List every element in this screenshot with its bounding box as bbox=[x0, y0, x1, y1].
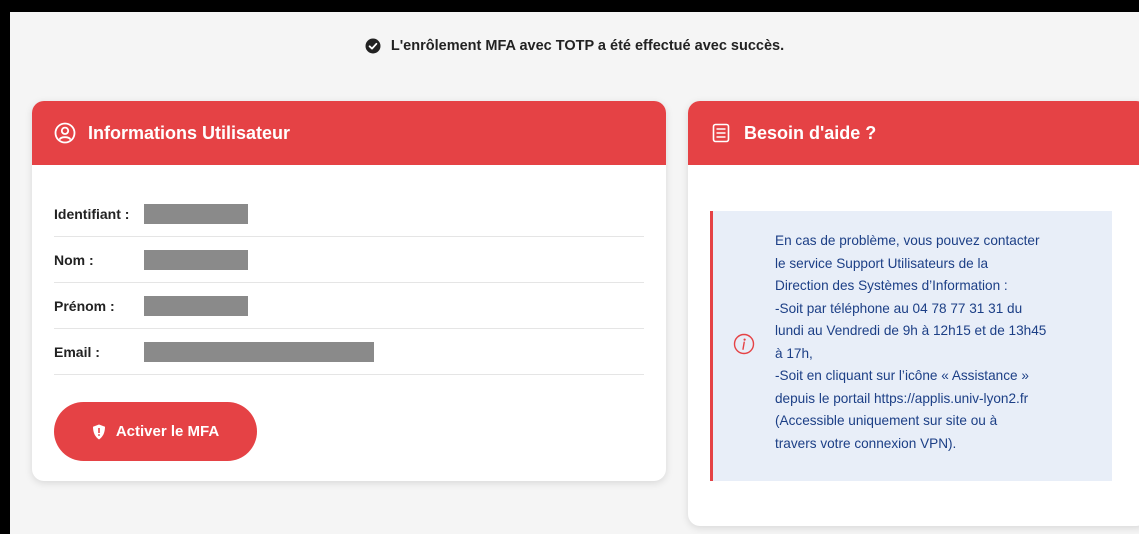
field-label: Prénom : bbox=[54, 297, 115, 314]
help-line: -Soit par téléphone au 04 78 77 31 31 du bbox=[775, 300, 1023, 316]
help-message: En cas de problème, vous pouvez contacte… bbox=[775, 230, 1105, 455]
page-frame: L'enrôlement MFA avec TOTP a été effectu… bbox=[10, 12, 1139, 534]
user-info-title: Informations Utilisateur bbox=[88, 122, 291, 143]
help-line: -Soit en cliquant sur l’icône « Assistan… bbox=[775, 368, 1029, 383]
help-card: Besoin d'aide ? En cas de problème, vous… bbox=[688, 101, 1139, 526]
help-line: travers votre connexion VPN). bbox=[775, 435, 957, 451]
user-info-header: Informations Utilisateur bbox=[32, 101, 666, 165]
user-info-card: Informations Utilisateur Identifiant : N… bbox=[32, 101, 666, 481]
field-label: Nom : bbox=[54, 251, 94, 268]
field-row-identifiant: Identifiant : bbox=[54, 191, 644, 237]
field-row-email: Email : bbox=[54, 329, 644, 375]
user-info-fields: Identifiant : Nom : Prénom : Email : bbox=[54, 191, 644, 375]
help-line: Direction des Systèmes d’Information : bbox=[775, 278, 1008, 293]
help-line: depuis le portail https://applis.univ-ly… bbox=[775, 390, 1029, 406]
success-banner: L'enrôlement MFA avec TOTP a été effectu… bbox=[10, 36, 1139, 56]
redacted-value bbox=[144, 295, 248, 316]
help-line: lundi au Vendredi de 9h à 12h15 et de 13… bbox=[775, 323, 1047, 338]
help-header: Besoin d'aide ? bbox=[688, 101, 1139, 165]
success-message: L'enrôlement MFA avec TOTP a été effectu… bbox=[390, 38, 785, 54]
help-alert: En cas de problème, vous pouvez contacte… bbox=[710, 211, 1112, 481]
redacted-value bbox=[144, 341, 374, 362]
help-title: Besoin d'aide ? bbox=[744, 122, 877, 143]
help-line: à 17h, bbox=[775, 345, 813, 361]
help-line: le service Support Utilisateurs de la bbox=[775, 255, 989, 271]
shield-icon bbox=[92, 424, 105, 439]
help-line: En cas de problème, vous pouvez contacte… bbox=[775, 233, 1040, 248]
activate-mfa-button[interactable]: Activer le MFA bbox=[54, 402, 257, 461]
field-label: Identifiant : bbox=[54, 205, 130, 222]
check-circle-icon bbox=[365, 38, 381, 54]
redacted-value bbox=[144, 249, 248, 270]
field-label: Email : bbox=[54, 343, 100, 360]
user-circle-icon bbox=[54, 122, 76, 144]
help-line: (Accessible uniquement sur site ou à bbox=[775, 413, 998, 428]
activate-mfa-label: Activer le MFA bbox=[115, 423, 220, 440]
redacted-value bbox=[144, 203, 248, 224]
info-icon bbox=[733, 333, 755, 355]
document-list-icon bbox=[712, 123, 730, 143]
field-row-nom: Nom : bbox=[54, 237, 644, 283]
field-row-prenom: Prénom : bbox=[54, 283, 644, 329]
